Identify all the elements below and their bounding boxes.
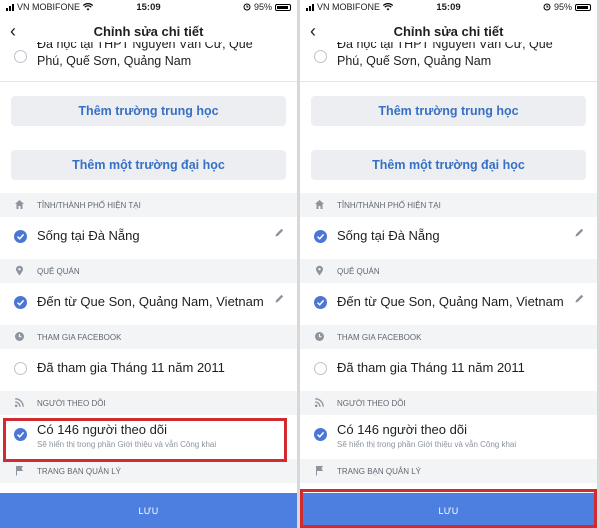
phone-screen-left: VN MOBIFONE 15:09 95% ‹ Chỉnh sửa chi ti… — [0, 0, 297, 528]
joined-value: Đã tham gia Tháng 11 năm 2011 — [337, 360, 525, 375]
education-item[interactable]: Đa học tại THPT Nguyễn Văn Cừ, Quế Phú, … — [0, 40, 297, 82]
section-label: TRANG BẠN QUẢN LÝ — [37, 466, 122, 476]
rss-icon — [14, 398, 24, 408]
flag-icon — [316, 466, 323, 476]
followers-item[interactable]: Có 146 người theo dõi Sẽ hiển thị trong … — [0, 415, 297, 457]
followers-item[interactable]: Có 146 người theo dõi Sẽ hiển thị trong … — [300, 415, 597, 457]
battery-icon — [275, 3, 291, 11]
section-managed-pages: TRANG BẠN QUẢN LÝ — [0, 459, 297, 483]
followers-note: Sẽ hiển thị trong phần Giới thiệu và vẫn… — [337, 440, 517, 449]
pencil-icon[interactable] — [274, 227, 285, 238]
back-arrow-icon[interactable]: ‹ — [310, 22, 316, 40]
status-bar: VN MOBIFONE 15:09 95% — [300, 0, 597, 14]
section-followers: NGƯỜI THEO DÕI — [300, 391, 597, 415]
checkmark-icon[interactable] — [314, 296, 327, 309]
current-city-item[interactable]: Sống tại Đà Nẵng — [0, 217, 297, 255]
add-university-button[interactable]: Thêm một trường đại học — [311, 150, 586, 180]
followers-value: Có 146 người theo dõi — [337, 422, 467, 437]
hometown-value: Đến từ Que Son, Quảng Nam, Vietnam — [337, 294, 564, 309]
section-label: TỈNH/THÀNH PHỐ HIỆN TẠI — [37, 200, 141, 210]
section-label: QUÊ QUÁN — [37, 266, 80, 276]
current-city-item[interactable]: Sống tại Đà Nẵng — [300, 217, 597, 255]
section-joined: THAM GIA FACEBOOK — [0, 325, 297, 349]
section-current-city: TỈNH/THÀNH PHỐ HIỆN TẠI — [300, 193, 597, 217]
section-label: NGƯỜI THEO DÕI — [337, 398, 406, 408]
save-button[interactable]: LƯU — [300, 493, 597, 528]
followers-value: Có 146 người theo dõi — [37, 422, 167, 437]
flag-icon — [16, 466, 23, 476]
pencil-icon[interactable] — [574, 293, 585, 304]
section-joined: THAM GIA FACEBOOK — [300, 325, 597, 349]
clock-icon — [315, 332, 324, 341]
page-title: Chỉnh sửa chi tiết — [93, 23, 204, 39]
section-hometown: QUÊ QUÁN — [0, 259, 297, 283]
page-title: Chỉnh sửa chi tiết — [393, 23, 504, 39]
clock-icon — [15, 332, 24, 341]
phone-screen-right: VN MOBIFONE 15:09 95% ‹ Chỉnh sửa chi ti… — [300, 0, 597, 528]
checkmark-icon[interactable] — [14, 230, 27, 243]
status-time: 15:09 — [436, 1, 461, 13]
status-bar: VN MOBIFONE 15:09 95% — [0, 0, 297, 14]
section-followers: NGƯỜI THEO DÕI — [0, 391, 297, 415]
scroll-content[interactable]: Đa học tại THPT Nguyễn Văn Cừ, Quế Phú, … — [0, 40, 297, 528]
section-label: THAM GIA FACEBOOK — [37, 332, 122, 342]
status-time: 15:09 — [136, 1, 161, 13]
home-icon — [15, 200, 24, 209]
visibility-radio[interactable] — [14, 50, 27, 63]
checkmark-icon[interactable] — [14, 296, 27, 309]
current-city-value: Sống tại Đà Nẵng — [37, 228, 140, 243]
education-line-bottom: Phú, Quế Sơn, Quảng Nam — [337, 54, 492, 68]
joined-item[interactable]: Đã tham gia Tháng 11 năm 2011 — [300, 349, 597, 387]
joined-item[interactable]: Đã tham gia Tháng 11 năm 2011 — [0, 349, 297, 387]
battery-icon — [575, 3, 591, 11]
checkmark-icon[interactable] — [14, 428, 27, 441]
location-pin-icon — [316, 265, 323, 276]
hometown-value: Đến từ Que Son, Quảng Nam, Vietnam — [37, 294, 264, 309]
rss-icon — [314, 398, 324, 408]
section-label: NGƯỜI THEO DÕI — [37, 398, 106, 408]
home-icon — [315, 200, 324, 209]
education-line-bottom: Phú, Quế Sơn, Quảng Nam — [37, 54, 192, 68]
education-item[interactable]: Đa học tại THPT Nguyễn Văn Cừ, Quế Phú, … — [300, 40, 597, 82]
checkmark-icon[interactable] — [314, 428, 327, 441]
section-managed-pages: TRANG BẠN QUẢN LÝ — [300, 459, 597, 483]
current-city-value: Sống tại Đà Nẵng — [337, 228, 440, 243]
hometown-item[interactable]: Đến từ Que Son, Quảng Nam, Vietnam — [0, 283, 297, 321]
education-line-top: Đa học tại THPT Nguyễn Văn Cừ, Quế — [37, 42, 253, 51]
visibility-radio[interactable] — [14, 362, 27, 375]
checkmark-icon[interactable] — [314, 230, 327, 243]
section-label: THAM GIA FACEBOOK — [337, 332, 422, 342]
scroll-content[interactable]: Đa học tại THPT Nguyễn Văn Cừ, Quế Phú, … — [300, 40, 597, 528]
pencil-icon[interactable] — [274, 293, 285, 304]
add-high-school-button[interactable]: Thêm trường trung học — [11, 96, 286, 126]
section-label: QUÊ QUÁN — [337, 266, 380, 276]
section-current-city: TỈNH/THÀNH PHỐ HIỆN TẠI — [0, 193, 297, 217]
followers-note: Sẽ hiển thị trong phần Giới thiệu và vẫn… — [37, 440, 217, 449]
save-button[interactable]: LƯU — [0, 493, 297, 528]
location-pin-icon — [16, 265, 23, 276]
visibility-radio[interactable] — [314, 50, 327, 63]
education-line-top: Đa học tại THPT Nguyễn Văn Cừ, Quế — [337, 42, 553, 51]
section-label: TỈNH/THÀNH PHỐ HIỆN TẠI — [337, 200, 441, 210]
add-high-school-button[interactable]: Thêm trường trung học — [311, 96, 586, 126]
back-arrow-icon[interactable]: ‹ — [10, 22, 16, 40]
pencil-icon[interactable] — [574, 227, 585, 238]
hometown-item[interactable]: Đến từ Que Son, Quảng Nam, Vietnam — [300, 283, 597, 321]
add-university-button[interactable]: Thêm một trường đại học — [11, 150, 286, 180]
section-hometown: QUÊ QUÁN — [300, 259, 597, 283]
section-label: TRANG BẠN QUẢN LÝ — [337, 466, 422, 476]
joined-value: Đã tham gia Tháng 11 năm 2011 — [37, 360, 225, 375]
visibility-radio[interactable] — [314, 362, 327, 375]
